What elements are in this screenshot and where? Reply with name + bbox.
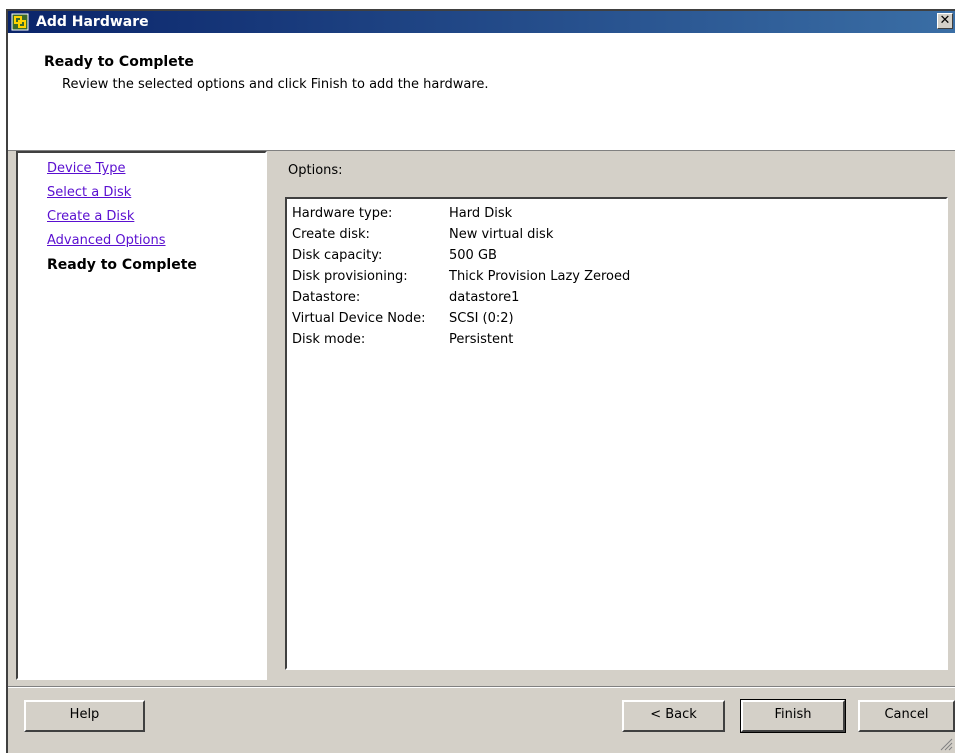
option-value: Hard Disk [449,206,513,221]
page-title: Ready to Complete [44,54,194,70]
option-key: Disk capacity: [292,248,383,263]
option-value: datastore1 [449,290,520,305]
help-button[interactable]: Help [24,700,145,732]
close-icon[interactable]: ✕ [937,13,953,29]
wizard-steps-panel: Device Type Select a Disk Create a Disk … [16,151,267,680]
table-row: Datastore: datastore1 [292,287,630,308]
page-subtitle: Review the selected options and click Fi… [62,77,489,92]
table-row: Disk capacity: 500 GB [292,245,630,266]
step-ready-to-complete: Ready to Complete [47,257,197,273]
vsphere-logo-icon [11,13,29,31]
wizard-steps-list: Device Type Select a Disk Create a Disk … [47,157,197,277]
back-button[interactable]: < Back [622,700,725,732]
step-create-disk[interactable]: Create a Disk [47,205,197,229]
option-key: Datastore: [292,290,361,305]
table-row: Disk mode: Persistent [292,329,630,350]
title-bar[interactable]: Add Hardware ✕ [8,11,955,33]
window-title: Add Hardware [36,14,149,30]
option-key: Disk mode: [292,332,366,347]
option-value: 500 GB [449,248,497,263]
table-row: Create disk: New virtual disk [292,224,630,245]
options-summary-box[interactable]: Hardware type: Hard Disk Create disk: Ne… [285,197,948,670]
step-device-type[interactable]: Device Type [47,157,197,181]
add-hardware-dialog: Add Hardware ✕ Ready to Complete Review … [6,9,955,753]
option-value: Thick Provision Lazy Zeroed [449,269,631,284]
option-key: Hardware type: [292,206,393,221]
finish-button[interactable]: Finish [740,699,846,733]
option-value: New virtual disk [449,227,554,242]
option-key: Disk provisioning: [292,269,408,284]
wizard-header: Ready to Complete Review the selected op… [8,33,955,151]
option-value: Persistent [449,332,514,347]
table-row: Hardware type: Hard Disk [292,203,630,224]
table-row: Disk provisioning: Thick Provision Lazy … [292,266,630,287]
options-label: Options: [288,163,343,178]
cancel-button[interactable]: Cancel [858,700,955,732]
resize-grip-icon[interactable] [939,737,953,751]
footer-divider [8,686,955,688]
option-key: Create disk: [292,227,370,242]
table-row: Virtual Device Node: SCSI (0:2) [292,308,630,329]
options-table: Hardware type: Hard Disk Create disk: Ne… [292,203,630,350]
step-advanced-options[interactable]: Advanced Options [47,229,197,253]
option-value: SCSI (0:2) [449,311,514,326]
option-key: Virtual Device Node: [292,311,426,326]
step-select-disk[interactable]: Select a Disk [47,181,197,205]
